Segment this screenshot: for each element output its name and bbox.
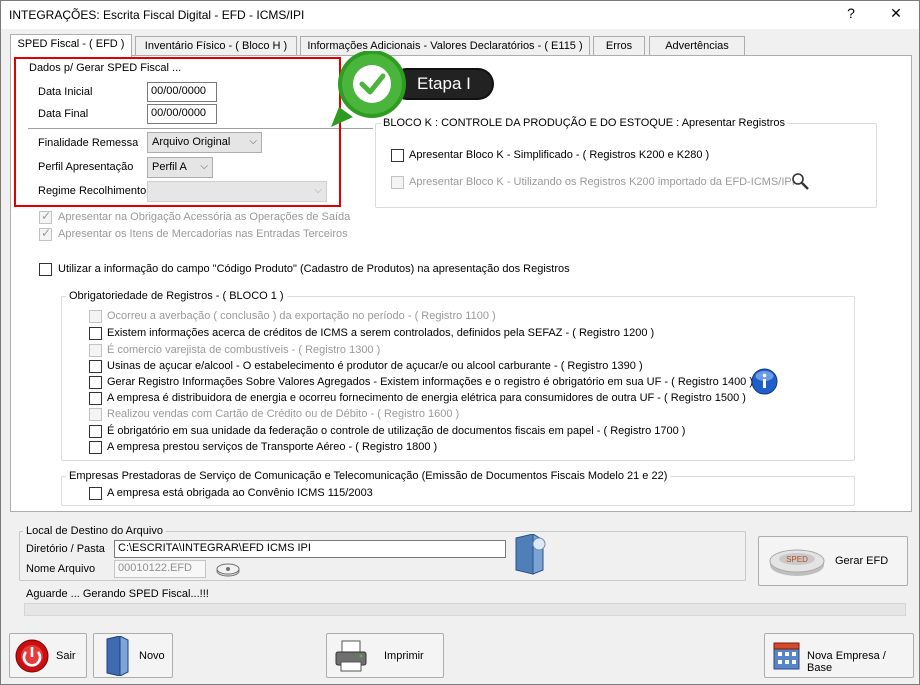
progress-bar — [24, 603, 906, 616]
reg-1390-checkbox[interactable] — [89, 360, 102, 373]
power-icon — [15, 639, 49, 673]
file-label: Nome Arquivo — [26, 563, 96, 575]
obrig-acessoria-checkbox[interactable] — [39, 209, 52, 224]
novo-button[interactable]: Novo — [93, 633, 173, 678]
info-icon[interactable] — [751, 368, 778, 395]
dir-label: Diretório / Pasta — [26, 543, 105, 555]
reg-1400-label: Gerar Registro Informações Sobre Valores… — [107, 376, 754, 388]
reg-1300-checkbox[interactable] — [89, 344, 102, 357]
imprimir-button[interactable]: Imprimir — [326, 633, 444, 678]
bloco-k-title: BLOCO K : CONTROLE DA PRODUÇÃO E DO ESTO… — [381, 117, 788, 129]
codigo-produto-label: Utilizar a informação do campo "Código P… — [58, 263, 570, 275]
bloco-k-k200-label: Apresentar Bloco K - Utilizando os Regis… — [409, 176, 795, 188]
highlight-box — [14, 57, 341, 207]
nova-empresa-button[interactable]: Nova Empresa / Base — [764, 633, 914, 678]
reg-1600-checkbox[interactable] — [89, 408, 102, 421]
reg-1200-label: Existem informações acerca de créditos d… — [107, 327, 655, 339]
reg-1800-label: A empresa prestou serviços de Transporte… — [107, 441, 438, 453]
gerar-efd-label: Gerar EFD — [835, 555, 889, 567]
reg-1100-label: Ocorreu a averbação ( conclusão ) da exp… — [107, 310, 496, 322]
telecom-title: Empresas Prestadoras de Serviço de Comun… — [66, 470, 671, 482]
gerar-efd-button[interactable]: SPED Gerar EFD — [758, 536, 908, 586]
folder-select-icon[interactable] — [513, 534, 547, 576]
tab-advertencias[interactable]: Advertências — [649, 36, 745, 56]
convenio-label: A empresa está obrigada ao Convênio ICMS… — [107, 487, 373, 499]
door-icon — [106, 636, 129, 676]
sair-label: Sair — [56, 650, 76, 662]
convenio-checkbox[interactable] — [89, 487, 102, 500]
title-bar: INTEGRAÇÕES: Escrita Fiscal Digital - EF… — [1, 1, 919, 29]
reg-1390-label: Usinas de açucar e/alcool - O estabeleci… — [107, 360, 643, 372]
reg-1700-label: É obrigatório em sua unidade da federaçã… — [107, 425, 686, 437]
codigo-produto-checkbox[interactable] — [39, 263, 52, 276]
reg-1700-checkbox[interactable] — [89, 425, 102, 438]
close-button[interactable]: ✕ — [886, 5, 906, 22]
tab-erros[interactable]: Erros — [593, 36, 645, 56]
bloco-k-simplificado-checkbox[interactable] — [391, 149, 404, 162]
reg-1300-label: É comercio varejista de combustíveis - (… — [107, 344, 381, 356]
reg-1500-label: A empresa é distribuidora de energia e o… — [107, 392, 746, 404]
reg-1500-checkbox[interactable] — [89, 392, 102, 405]
bloco-k-group — [375, 123, 877, 208]
reg-1600-label: Realizou vendas com Cartão de Crédito ou… — [107, 408, 460, 420]
disk-icon[interactable] — [215, 561, 243, 579]
tab-sped-fiscal[interactable]: SPED Fiscal - ( EFD ) — [10, 34, 132, 57]
dir-input[interactable]: C:\ESCRITA\INTEGRAR\EFD ICMS IPI — [114, 540, 506, 558]
main-window: INTEGRAÇÕES: Escrita Fiscal Digital - EF… — [0, 0, 920, 685]
tab-inventario[interactable]: Inventário Físico - ( Bloco H ) — [135, 36, 297, 56]
itens-mercadorias-checkbox[interactable] — [39, 226, 52, 241]
help-button[interactable]: ? — [841, 5, 861, 21]
file-input[interactable]: 00010122.EFD — [114, 560, 206, 578]
imprimir-label: Imprimir — [384, 650, 424, 662]
window-title: INTEGRAÇÕES: Escrita Fiscal Digital - EF… — [9, 8, 305, 22]
sped-logo-icon: SPED — [769, 549, 825, 576]
search-icon[interactable] — [790, 171, 810, 191]
destino-title: Local de Destino do Arquivo — [23, 525, 166, 537]
reg-1800-checkbox[interactable] — [89, 441, 102, 454]
bloco-k-k200-checkbox[interactable] — [391, 176, 404, 189]
reg-1200-checkbox[interactable] — [89, 327, 102, 340]
bloco1-title: Obrigatoriedade de Registros - ( BLOCO 1… — [66, 290, 287, 302]
sped-logo-text: SPED — [786, 555, 808, 564]
nova-empresa-label: Nova Empresa / Base — [807, 650, 886, 674]
reg-1400-checkbox[interactable] — [89, 376, 102, 389]
building-icon — [773, 642, 800, 670]
novo-label: Novo — [139, 650, 165, 662]
obrig-acessoria-label: Apresentar na Obrigação Acessória as Ope… — [58, 211, 351, 223]
printer-icon — [335, 640, 367, 672]
sair-button[interactable]: Sair — [9, 633, 87, 678]
reg-1100-checkbox[interactable] — [89, 310, 102, 323]
etapa-label: Etapa I — [417, 74, 471, 93]
bloco-k-simplificado-label: Apresentar Bloco K - Simplificado - ( Re… — [409, 149, 710, 161]
itens-mercadorias-label: Apresentar os Itens de Mercadorias nas E… — [58, 228, 348, 240]
status-text: Aguarde ... Gerando SPED Fiscal...!!! — [26, 588, 209, 600]
